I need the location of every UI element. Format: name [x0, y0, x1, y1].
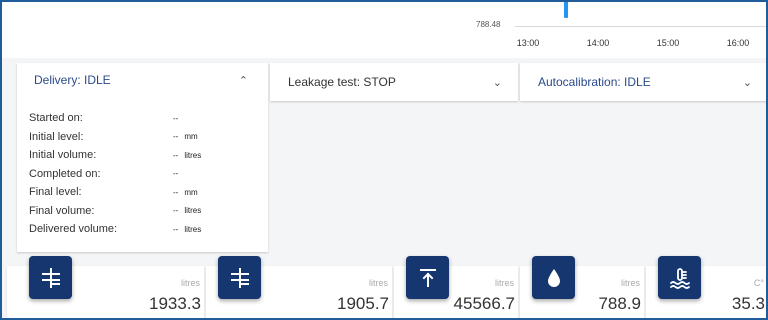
card-value: 788.9 [598, 294, 641, 313]
detail-label: Started on: [29, 112, 83, 125]
card-unit: litres [368, 278, 388, 288]
leakage-test-title: Leakage test: STOP [288, 75, 396, 89]
card-value: 1905.7 [337, 294, 389, 313]
detail-row: Delivered volume: -- litres [29, 220, 256, 239]
delivery-panel-title: Delivery: IDLE [34, 73, 111, 87]
detail-row: Initial volume: -- litres [29, 146, 256, 165]
detail-unit: mm [184, 132, 198, 142]
net-volume-icon[interactable] [218, 256, 261, 299]
detail-row: Final level: -- mm [29, 183, 256, 202]
leakage-test-panel[interactable]: Leakage test: STOP ⌄ [270, 63, 518, 101]
delivery-details: Started on: -- Initial level: -- mm Init… [17, 97, 268, 239]
detail-row: Completed on: -- [29, 165, 256, 184]
detail-value: -- [173, 224, 179, 234]
detail-label: Initial volume: [29, 149, 97, 162]
chart-x-tick-label: 16:00 [726, 38, 750, 48]
detail-unit: litres [184, 206, 202, 216]
detail-row: Final volume: -- litres [29, 202, 256, 221]
temperature-icon[interactable] [658, 256, 701, 299]
detail-value: -- [173, 150, 179, 160]
chart-x-tick-label: 15:00 [656, 38, 680, 48]
ullage-icon[interactable] [406, 256, 449, 299]
card-unit: litres [180, 278, 200, 288]
chevron-up-icon[interactable]: ⌃ [239, 74, 248, 87]
detail-label: Final volume: [29, 204, 95, 217]
detail-label: Initial level: [29, 130, 84, 143]
autocalibration-title: Autocalibration: IDLE [538, 75, 651, 89]
detail-value: -- [173, 187, 179, 197]
level-chart: 788.48 13:00 14:00 15:00 16:00 [0, 0, 768, 59]
chart-current-marker [564, 0, 568, 18]
detail-value: -- [173, 113, 179, 123]
detail-unit: litres [184, 224, 202, 234]
detail-unit: litres [184, 150, 202, 160]
chart-x-tick-label: 13:00 [516, 38, 540, 48]
card-value: 1933.3 [149, 294, 201, 313]
autocalibration-panel[interactable]: Autocalibration: IDLE ⌄ [520, 63, 768, 101]
card-unit: C° [753, 278, 764, 288]
delivery-panel-header[interactable]: Delivery: IDLE ⌃ [17, 63, 268, 97]
chart-x-tick-label: 14:00 [586, 38, 610, 48]
card-value: 45566.7 [453, 294, 515, 313]
detail-label: Final level: [29, 186, 82, 199]
chart-y-tick-label: 788.48 [476, 20, 501, 29]
card-unit: litres [620, 278, 640, 288]
chart-gridline [515, 26, 768, 27]
gross-volume-icon[interactable] [29, 256, 72, 299]
card-unit: litres [494, 278, 514, 288]
delivery-panel: Delivery: IDLE ⌃ Started on: -- Initial … [17, 63, 268, 252]
detail-value: -- [173, 206, 179, 216]
chevron-down-icon[interactable]: ⌄ [743, 76, 752, 89]
detail-row: Started on: -- [29, 109, 256, 128]
detail-unit: mm [184, 187, 198, 197]
detail-value: -- [173, 169, 179, 179]
card-value: 35.3 [731, 294, 765, 313]
detail-label: Completed on: [29, 167, 101, 180]
detail-value: -- [173, 132, 179, 142]
chevron-down-icon[interactable]: ⌄ [493, 76, 502, 89]
detail-row: Initial level: -- mm [29, 128, 256, 147]
detail-label: Delivered volume: [29, 223, 118, 236]
water-drop-icon[interactable] [532, 256, 575, 299]
